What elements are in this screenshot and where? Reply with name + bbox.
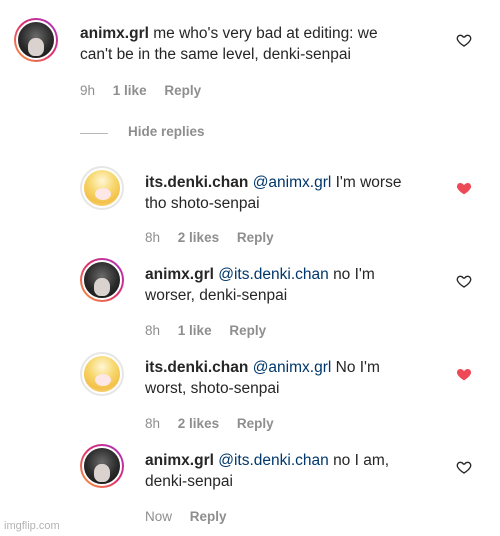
comment-likes[interactable]: 2 likes <box>178 230 219 245</box>
comment-text: animx.grl @its.denki.chan no I'm worser,… <box>145 264 445 306</box>
comment-time: Now <box>145 509 173 524</box>
comment-username[interactable]: animx.grl <box>145 452 214 469</box>
heart-outline-icon[interactable] <box>456 32 472 48</box>
heart-filled-icon[interactable] <box>456 180 472 196</box>
heart-filled-icon[interactable] <box>456 366 472 382</box>
dark-hair-avatar-icon <box>16 20 56 60</box>
dark-hair-avatar-icon <box>82 446 122 486</box>
avatar[interactable] <box>80 444 124 488</box>
comment-body-line2: can't be in the same level, denki-senpai <box>80 46 351 63</box>
reply-button[interactable]: Reply <box>164 83 201 98</box>
comment-body-line2: worst, shoto-senpai <box>145 380 280 397</box>
comment-body-line2: tho shoto-senpai <box>145 195 260 212</box>
comment-body-line1: no I am, <box>333 452 390 469</box>
comment-meta: 8h 2 likes Reply <box>145 416 288 431</box>
comment-time: 9h <box>80 83 96 98</box>
comment-body-line2: denki-senpai <box>145 473 233 490</box>
comment-body-line1: no I'm <box>333 266 375 283</box>
avatar[interactable] <box>80 166 124 210</box>
comment-text: its.denki.chan @animx.grl I'm worse tho … <box>145 172 445 214</box>
comment-mention[interactable]: @its.denki.chan <box>218 452 329 469</box>
reply-button[interactable]: Reply <box>237 230 274 245</box>
comment-body-line1: I'm worse <box>335 174 402 191</box>
comment-username[interactable]: its.denki.chan <box>145 359 248 376</box>
avatar[interactable] <box>80 352 124 396</box>
comment-meta: 9h 1 like Reply <box>80 83 215 98</box>
comment-text: its.denki.chan @animx.grl No I'm worst, … <box>145 357 445 399</box>
avatar[interactable] <box>14 18 58 62</box>
comment-mention[interactable]: @its.denki.chan <box>218 266 329 283</box>
comment-likes[interactable]: 2 likes <box>178 416 219 431</box>
comment-username[interactable]: animx.grl <box>80 25 149 42</box>
reply-button[interactable]: Reply <box>229 323 266 338</box>
comment-likes[interactable]: 1 like <box>178 323 212 338</box>
hide-replies-label: Hide replies <box>128 124 205 139</box>
divider <box>80 133 108 134</box>
comment-body-line1: me who's very bad at editing: we <box>153 25 378 42</box>
avatar[interactable] <box>80 258 124 302</box>
blond-hair-avatar-icon <box>82 168 122 208</box>
comment-time: 8h <box>145 416 161 431</box>
comment-time: 8h <box>145 230 161 245</box>
comment-username[interactable]: animx.grl <box>145 266 214 283</box>
comment-meta: Now Reply <box>145 509 241 524</box>
comment-mention[interactable]: @animx.grl <box>253 359 332 376</box>
heart-outline-icon[interactable] <box>456 459 472 475</box>
comment-meta: 8h 1 like Reply <box>145 323 280 338</box>
reply-button[interactable]: Reply <box>190 509 227 524</box>
reply-button[interactable]: Reply <box>237 416 274 431</box>
comment-body-line1: No I'm <box>335 359 380 376</box>
watermark: imgflip.com <box>4 520 60 532</box>
comment-time: 8h <box>145 323 161 338</box>
comment-username[interactable]: its.denki.chan <box>145 174 248 191</box>
heart-outline-icon[interactable] <box>456 273 472 289</box>
comment-likes[interactable]: 1 like <box>113 83 147 98</box>
comment-text: animx.grl @its.denki.chan no I am, denki… <box>145 450 445 492</box>
comment-meta: 8h 2 likes Reply <box>145 230 288 245</box>
comment-text: animx.grl me who's very bad at editing: … <box>80 23 430 65</box>
comment-body-line2: worser, denki-senpai <box>145 287 288 304</box>
comment-mention[interactable]: @animx.grl <box>253 174 332 191</box>
blond-hair-avatar-icon <box>82 354 122 394</box>
dark-hair-avatar-icon <box>82 260 122 300</box>
